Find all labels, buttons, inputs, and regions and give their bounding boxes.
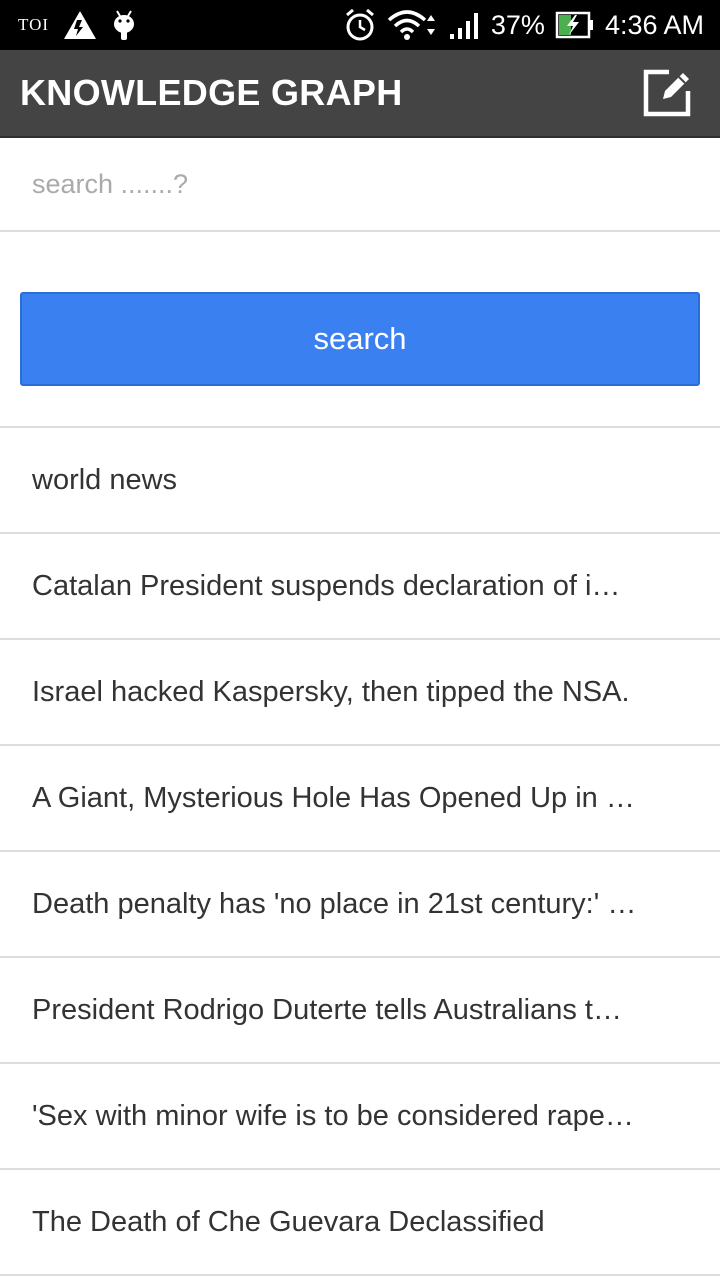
list-item-label: The Death of Che Guevara Declassified xyxy=(32,1205,545,1238)
status-right: 37% 4:36 AM xyxy=(343,8,704,42)
wifi-icon xyxy=(387,9,439,41)
list-item[interactable]: 'Sex with minor wife is to be considered… xyxy=(0,1064,720,1170)
list-item-label: world news xyxy=(32,463,178,496)
android-icon xyxy=(111,9,137,41)
list-item-label: Catalan President suspends declaration o… xyxy=(32,569,621,602)
list-item-label: President Rodrigo Duterte tells Australi… xyxy=(32,993,622,1026)
list-item[interactable]: Death penalty has 'no place in 21st cent… xyxy=(0,852,720,958)
list-item-label: Israel hacked Kaspersky, then tipped the… xyxy=(32,675,630,708)
clock: 4:36 AM xyxy=(604,9,704,40)
list-item[interactable]: President Rodrigo Duterte tells Australi… xyxy=(0,958,720,1064)
signal-icon xyxy=(449,10,481,40)
alarm-icon xyxy=(343,8,377,42)
list-item-label: 'Sex with minor wife is to be considered… xyxy=(32,1099,634,1132)
warning-icon xyxy=(63,10,97,40)
toi-icon: TOI xyxy=(18,15,50,34)
news-list: world news Catalan President suspends de… xyxy=(0,426,720,1276)
edit-button[interactable] xyxy=(640,66,694,120)
status-left: TOI xyxy=(18,9,137,41)
search-input[interactable] xyxy=(0,139,720,230)
search-field xyxy=(0,139,720,232)
list-item[interactable]: Israel hacked Kaspersky, then tipped the… xyxy=(0,640,720,746)
list-item-label: Death penalty has 'no place in 21st cent… xyxy=(32,887,637,920)
battery-percent: 37% xyxy=(490,9,545,40)
edit-icon xyxy=(643,69,691,117)
battery-charging-icon xyxy=(555,11,595,39)
app-bar: KNOWLEDGE GRAPH xyxy=(0,50,720,138)
list-item[interactable]: A Giant, Mysterious Hole Has Opened Up i… xyxy=(0,746,720,852)
status-bar: TOI 37% 4:36 AM xyxy=(0,0,720,50)
list-item-label: A Giant, Mysterious Hole Has Opened Up i… xyxy=(32,781,635,814)
search-button[interactable]: search xyxy=(20,292,700,386)
list-item[interactable]: Catalan President suspends declaration o… xyxy=(0,534,720,640)
list-item[interactable]: The Death of Che Guevara Declassified xyxy=(0,1170,720,1276)
list-item[interactable]: world news xyxy=(0,428,720,534)
app-title: KNOWLEDGE GRAPH xyxy=(20,72,403,113)
